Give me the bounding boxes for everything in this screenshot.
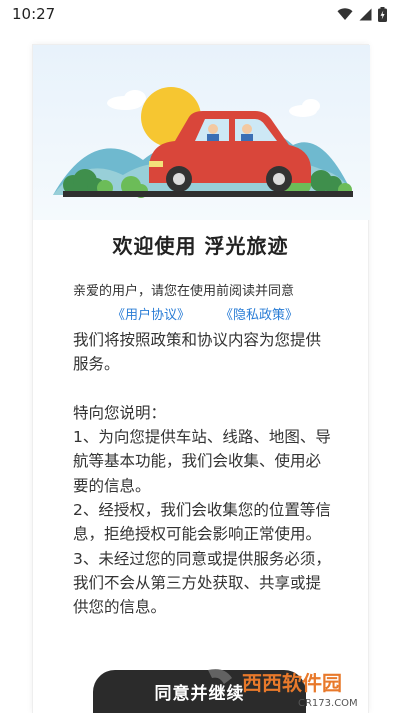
consent-paragraph: 2、经授权，我们会收集您的位置等信息，拒绝授权可能会影响正常使用。: [73, 501, 331, 544]
watermark-url: CR173.COM: [298, 698, 358, 709]
consent-paragraph: 1、为向您提供车站、线路、地图、导航等基本功能，我们会收集、使用必要的信息。: [73, 428, 331, 495]
watermark-logo: 西西软件园 CR173.COM: [208, 669, 358, 709]
status-bar: 10:27: [0, 0, 401, 28]
privacy-policy-link[interactable]: 《隐私政策》: [220, 304, 298, 323]
user-agreement-link[interactable]: 《用户协议》: [112, 304, 190, 323]
status-time: 10:27: [12, 5, 56, 23]
signal-icon: [359, 8, 372, 20]
wifi-icon: [337, 7, 353, 20]
status-icons: [337, 6, 387, 22]
policy-links: 《用户协议》 《隐私政策》: [112, 304, 298, 323]
consent-body: 我们将按照政策和协议内容为您提供服务。 特向您说明： 1、为向您提供车站、线路、…: [73, 328, 335, 620]
car-illustration: [33, 45, 370, 220]
intro-text: 亲爱的用户，请您在使用前阅读并同意: [73, 284, 295, 299]
battery-icon: [378, 6, 387, 22]
dialog-title: 欢迎使用 浮光旅迹: [112, 234, 289, 258]
watermark-brand: 西西软件园: [242, 671, 342, 695]
consent-paragraph: 特向您说明：: [73, 403, 167, 422]
consent-paragraph: 3、未经过您的同意或提供服务必须，我们不会从第三方处获取、共享或提供您的信息。: [73, 549, 331, 617]
consent-paragraph: 我们将按照政策和协议内容为您提供服务。: [73, 331, 322, 374]
